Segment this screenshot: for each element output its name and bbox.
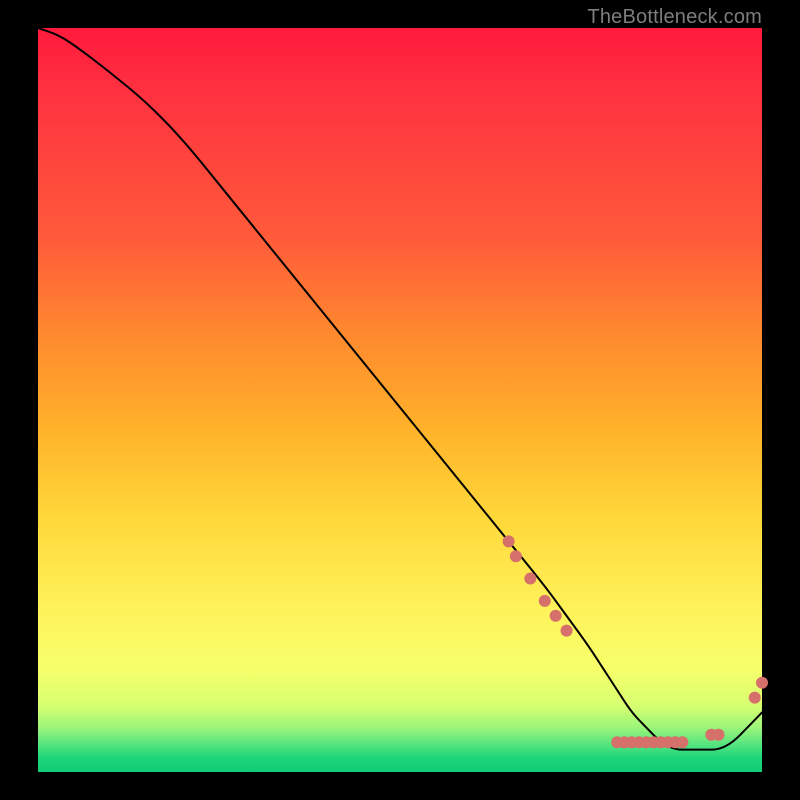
bottleneck-curve-path [38, 28, 762, 750]
highlight-dot [749, 692, 761, 704]
curve-svg [38, 28, 762, 772]
highlight-dot [503, 535, 515, 547]
highlight-dot [561, 625, 573, 637]
watermark-text: TheBottleneck.com [587, 6, 762, 29]
plot-area [38, 28, 762, 772]
highlight-dot [713, 729, 725, 741]
highlight-dot [676, 736, 688, 748]
highlight-dot [510, 550, 522, 562]
highlight-dot [756, 677, 768, 689]
chart-frame: TheBottleneck.com [0, 0, 800, 800]
highlight-dot [524, 573, 536, 585]
highlight-dot [539, 595, 551, 607]
highlight-dot [550, 610, 562, 622]
